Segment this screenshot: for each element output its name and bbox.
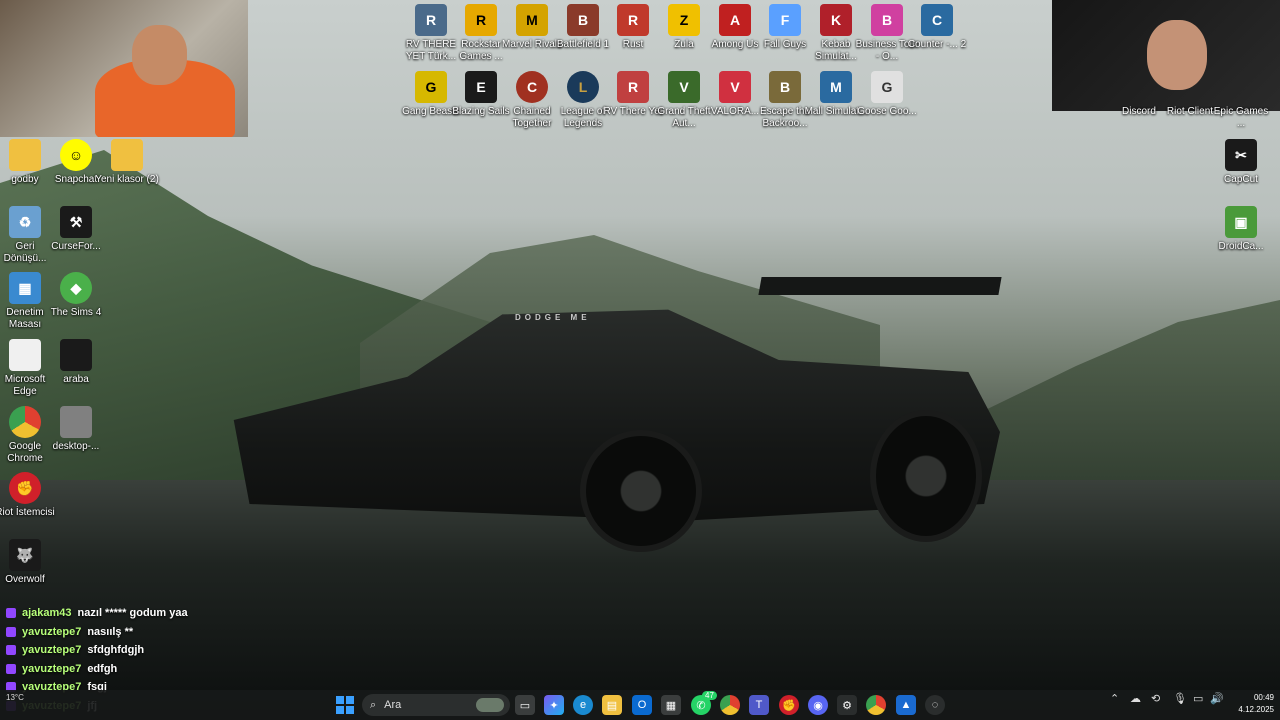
weather-temp: 13°C: [6, 693, 24, 702]
taskbar-search[interactable]: ⌕ Ara: [362, 694, 510, 716]
curseforge-icon: ⚒: [60, 206, 92, 238]
subscriber-badge-icon: [6, 645, 16, 656]
chat-message: yavuztepe7 sfdghfdgjh: [6, 641, 266, 660]
gta-icon: V: [668, 71, 700, 103]
game-icon: F: [769, 4, 801, 36]
riot-taskbar-icon[interactable]: ✊: [779, 695, 799, 715]
task-view-icon[interactable]: ▭: [515, 695, 535, 715]
game-icon: R: [415, 4, 447, 36]
edge-icon[interactable]: e: [573, 695, 593, 715]
weather-widget[interactable]: 13°C: [6, 693, 24, 703]
epic-games-icon: E: [465, 71, 497, 103]
game-icon: C: [921, 4, 953, 36]
subscriber-badge-icon: [6, 663, 16, 674]
droidcam-icon: ▣: [1225, 206, 1257, 238]
game-icon: G: [415, 71, 447, 103]
search-highlight-icon: [476, 698, 504, 712]
windows-icon: [336, 696, 354, 714]
game-icon: C: [516, 71, 548, 103]
game-icon: R: [617, 71, 649, 103]
desktop-icon[interactable]: ✊ Riot İstemcisi: [0, 472, 57, 519]
webcam-guest: [1052, 0, 1280, 111]
start-button[interactable]: [335, 695, 355, 715]
game-icon: B: [567, 4, 599, 36]
valorant-icon: V: [719, 71, 751, 103]
game-icon: A: [719, 4, 751, 36]
file-explorer-icon[interactable]: ▤: [602, 695, 622, 715]
desktop-icon[interactable]: ⚒ CurseFor...: [44, 206, 108, 253]
volume-icon[interactable]: 🔊: [1210, 692, 1224, 705]
goose-icon: G: [871, 71, 903, 103]
desktop-icon[interactable]: Yeni klasor (2): [95, 139, 159, 186]
desktop-icon[interactable]: araba: [44, 339, 108, 386]
guest-head: [1147, 20, 1207, 90]
tray-overflow-icon[interactable]: ⌃: [1110, 692, 1119, 705]
rockstar-icon: R: [465, 4, 497, 36]
recording-icon[interactable]: ◌: [925, 695, 945, 715]
chat-message: ajakam43 nazıl ***** godum yaa: [6, 604, 266, 623]
streamer-head: [132, 25, 187, 85]
search-icon: ⌕: [370, 698, 377, 711]
app-icon[interactable]: ▲: [896, 695, 916, 715]
car-windshield-text: DODGE ME: [515, 313, 591, 322]
game-icon: K: [820, 4, 852, 36]
chat-message: yavuztepe7 edfgh: [6, 660, 266, 679]
subscriber-badge-icon: [6, 608, 16, 619]
teams-icon[interactable]: T: [749, 695, 769, 715]
copilot-icon[interactable]: ✦: [544, 695, 564, 715]
overwolf-icon: 🐺: [9, 539, 41, 571]
desktop-icon[interactable]: G Goose Goo...: [855, 71, 919, 118]
chrome-profile-icon[interactable]: [866, 695, 886, 715]
car-front-wheel: [580, 430, 702, 552]
store-icon[interactable]: ▦: [661, 695, 681, 715]
file-icon: [9, 339, 41, 371]
discord-icon[interactable]: ◉: [808, 695, 828, 715]
chat-message: yavuztepe7 nasıılş **: [6, 623, 266, 642]
game-icon: M: [516, 4, 548, 36]
onedrive-icon[interactable]: ☁: [1130, 692, 1141, 705]
riot-icon: ✊: [9, 472, 41, 504]
chrome-icon: [9, 406, 41, 438]
image-thumbnail-icon: [60, 339, 92, 371]
desktop-icon[interactable]: 🐺 Overwolf: [0, 539, 57, 586]
folder-icon: [111, 139, 143, 171]
microphone-icon[interactable]: 🎙: [1173, 692, 1187, 705]
image-thumbnail-icon: [60, 406, 92, 438]
desktop-icon[interactable]: desktop-...: [44, 406, 108, 453]
league-icon: L: [567, 71, 599, 103]
game-icon: R: [617, 4, 649, 36]
display-icon[interactable]: ▭: [1193, 692, 1203, 705]
game-icon: B: [769, 71, 801, 103]
control-panel-icon: ▦: [9, 272, 41, 304]
chrome-taskbar-icon[interactable]: [720, 695, 740, 715]
webcam-streamer: [0, 0, 248, 137]
folder-icon: [9, 139, 41, 171]
desktop-icon[interactable]: ◆ The Sims 4: [44, 272, 108, 319]
snapchat-icon: ☺: [60, 139, 92, 171]
recycle-bin-icon: ♻: [9, 206, 41, 238]
desktop-icon[interactable]: ✂ CapCut: [1209, 139, 1273, 186]
whatsapp-badge: 47: [702, 691, 717, 700]
car-spoiler: [758, 277, 1002, 295]
game-icon: Z: [668, 4, 700, 36]
sync-icon[interactable]: ⟲: [1151, 692, 1160, 705]
clock-date: 4.12.2025: [1238, 705, 1274, 714]
taskbar-clock[interactable]: 00:49 4.12.2025: [1228, 692, 1274, 716]
clock-time: 00:49: [1253, 693, 1274, 702]
desktop-icon[interactable]: ▣ DroidCa...: [1209, 206, 1273, 253]
capcut-icon: ✂: [1225, 139, 1257, 171]
desktop-icon[interactable]: C Counter -... 2: [905, 4, 969, 51]
desktop-icon-partial[interactable]: Epic Games ...: [1209, 106, 1273, 132]
car-rear-wheel: [870, 410, 982, 542]
outlook-icon[interactable]: O: [632, 695, 652, 715]
game-icon: M: [820, 71, 852, 103]
sims-icon: ◆: [60, 272, 92, 304]
subscriber-badge-icon: [6, 626, 16, 637]
game-icon: B: [871, 4, 903, 36]
steam-icon[interactable]: ⚙: [837, 695, 857, 715]
search-placeholder: Ara: [384, 699, 402, 711]
